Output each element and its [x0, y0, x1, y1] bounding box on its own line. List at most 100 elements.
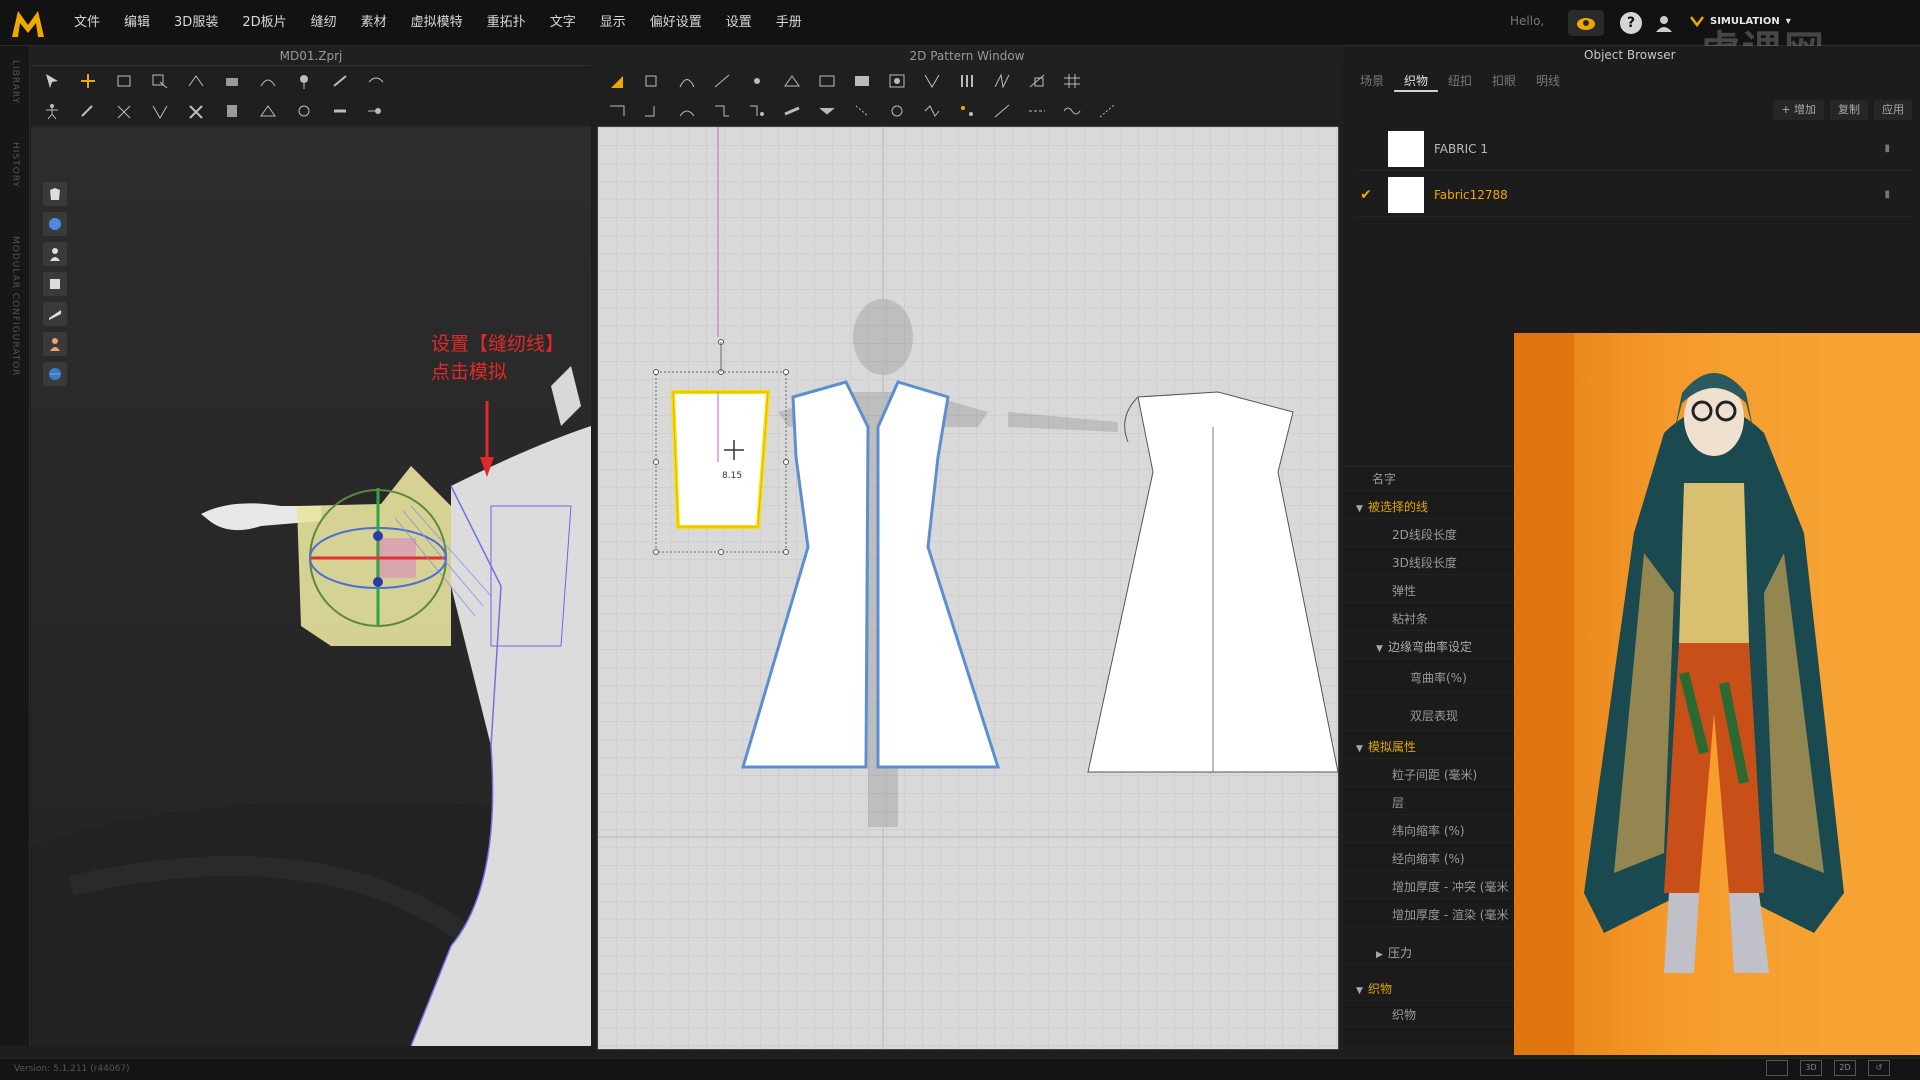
fold-tool-icon[interactable]: [185, 71, 207, 91]
reset-view-button[interactable]: ↺: [1868, 1060, 1890, 1076]
add-point-icon[interactable]: [746, 71, 768, 91]
prop-label: 织物: [1368, 982, 1393, 996]
prop-section-fold-setting[interactable]: ▼ 边缘弯曲率设定: [1344, 635, 1514, 659]
tab-buttonhole[interactable]: 扣眼: [1482, 70, 1526, 92]
menu-retopology[interactable]: 重拓扑: [475, 0, 538, 46]
edit-point-icon[interactable]: [641, 71, 663, 91]
user-icon[interactable]: [1652, 12, 1676, 34]
pin-tool-icon[interactable]: [293, 71, 315, 91]
slash-spread-icon[interactable]: [991, 71, 1013, 91]
menu-manual[interactable]: 手册: [764, 0, 814, 46]
avatar-display-icon[interactable]: [43, 242, 67, 266]
prop-section-selected-line[interactable]: ▼ 被选择的线: [1344, 495, 1514, 519]
avatar-pose-icon[interactable]: [41, 101, 63, 121]
brush-tool-icon[interactable]: [113, 101, 135, 121]
check-sewing-icon[interactable]: [746, 101, 768, 121]
menu-edit[interactable]: 编辑: [112, 0, 162, 46]
view-3d-button[interactable]: 3D: [1800, 1060, 1822, 1076]
puckering-icon[interactable]: [921, 101, 943, 121]
buttonhole-tool-icon[interactable]: [329, 101, 351, 121]
edit-curve-icon[interactable]: [676, 71, 698, 91]
transform-tool-icon[interactable]: [113, 71, 135, 91]
help-button[interactable]: ?: [1620, 12, 1642, 34]
menu-file[interactable]: 文件: [62, 0, 112, 46]
tab-button[interactable]: 纽扣: [1438, 70, 1482, 92]
fabric-lock-icon[interactable]: ▮: [1884, 189, 1890, 200]
menu-preferences[interactable]: 偏好设置: [638, 0, 714, 46]
2d-pattern-canvas[interactable]: 8.15: [597, 126, 1339, 1050]
free-sewing-icon[interactable]: [641, 101, 663, 121]
copy-fabric-button[interactable]: 复制: [1830, 100, 1868, 120]
topstitch-icon[interactable]: [851, 101, 873, 121]
pattern-select-icon[interactable]: [606, 71, 628, 91]
edit-sewing-icon[interactable]: [711, 101, 733, 121]
scale-tool-icon[interactable]: [149, 71, 171, 91]
zipper-tool-icon[interactable]: [365, 101, 387, 121]
button-2d-icon[interactable]: [886, 101, 908, 121]
menu-sewing[interactable]: 缝纫: [299, 0, 349, 46]
thickness-display-icon[interactable]: [43, 302, 67, 326]
trace-tool-icon[interactable]: [149, 101, 171, 121]
multi-sewing-icon[interactable]: [676, 101, 698, 121]
menu-2d-pattern[interactable]: 2D板片: [230, 0, 298, 46]
menu-display[interactable]: 显示: [588, 0, 638, 46]
menu-avatar[interactable]: 虚拟模特: [399, 0, 475, 46]
view-split-button[interactable]: [1766, 1060, 1788, 1076]
3d-viewport[interactable]: [31, 126, 591, 1046]
pin-2d-icon[interactable]: [816, 101, 838, 121]
garment-display-icon[interactable]: [43, 182, 67, 206]
grain-line-icon[interactable]: [1026, 71, 1048, 91]
pleat-icon[interactable]: [956, 71, 978, 91]
prop-section-simulation[interactable]: ▼ 模拟属性: [1344, 735, 1514, 759]
flatten-tool-icon[interactable]: [221, 101, 243, 121]
menu-text[interactable]: 文字: [538, 0, 588, 46]
measure-icon[interactable]: [1096, 101, 1118, 121]
filled-rectangle-icon[interactable]: [851, 71, 873, 91]
tab-fabric[interactable]: 织物: [1394, 70, 1438, 92]
dart-icon[interactable]: [921, 71, 943, 91]
cloud-button[interactable]: [1568, 10, 1604, 36]
pattern-display-icon[interactable]: [43, 272, 67, 296]
grid-icon[interactable]: [1061, 71, 1083, 91]
dashed-line-icon[interactable]: [1026, 101, 1048, 121]
add-fabric-button[interactable]: + 增加: [1773, 100, 1824, 120]
curve-line-icon[interactable]: [1061, 101, 1083, 121]
fold-arrangement-icon[interactable]: [781, 101, 803, 121]
menu-settings[interactable]: 设置: [714, 0, 764, 46]
texture-display-icon[interactable]: [43, 212, 67, 236]
library-tab[interactable]: LIBRARY: [10, 60, 20, 104]
prop-section-pressure[interactable]: ▶ 压力: [1344, 941, 1514, 965]
segment-sewing-icon[interactable]: [606, 101, 628, 121]
fabric-lock-icon[interactable]: ▮: [1884, 143, 1890, 154]
move-tool-icon[interactable]: [77, 71, 99, 91]
polygon-icon[interactable]: [781, 71, 803, 91]
view-2d-button[interactable]: 2D: [1834, 1060, 1856, 1076]
tab-scene[interactable]: 场景: [1350, 70, 1394, 92]
sew-tool-icon[interactable]: [257, 71, 279, 91]
fabric-list-item[interactable]: FABRIC 1 ▮: [1356, 127, 1912, 171]
steam-tool-icon[interactable]: [365, 71, 387, 91]
tack-tool-icon[interactable]: [329, 71, 351, 91]
internal-line-icon[interactable]: [991, 101, 1013, 121]
circle-icon[interactable]: [886, 71, 908, 91]
menu-materials[interactable]: 素材: [349, 0, 399, 46]
curve-point-icon[interactable]: [711, 71, 733, 91]
fabric-list-item[interactable]: ✔ Fabric12788 ▮: [1356, 173, 1912, 217]
modular-configurator-tab[interactable]: MODULAR CONFIGURATOR: [10, 236, 20, 377]
rectangle-icon[interactable]: [816, 71, 838, 91]
menu-3d-garment[interactable]: 3D服装: [162, 0, 230, 46]
avatar-skin-icon[interactable]: [43, 332, 67, 356]
tab-topstitch[interactable]: 明线: [1526, 70, 1570, 92]
button-tool-icon[interactable]: [293, 101, 315, 121]
prop-thickness-render: 增加厚度 - 渲染 (毫米: [1344, 903, 1514, 927]
strap-tool-icon[interactable]: [257, 101, 279, 121]
apply-fabric-button[interactable]: 应用: [1874, 100, 1912, 120]
arrange-tool-icon[interactable]: [221, 71, 243, 91]
history-tab[interactable]: HISTORY: [10, 142, 20, 188]
prop-section-fabric[interactable]: ▼ 织物: [1344, 977, 1514, 1001]
select-mesh-icon[interactable]: [956, 101, 978, 121]
select-tool-icon[interactable]: [41, 71, 63, 91]
cut-tool-icon[interactable]: [185, 101, 207, 121]
environment-display-icon[interactable]: [43, 362, 67, 386]
draw-tool-icon[interactable]: [77, 101, 99, 121]
